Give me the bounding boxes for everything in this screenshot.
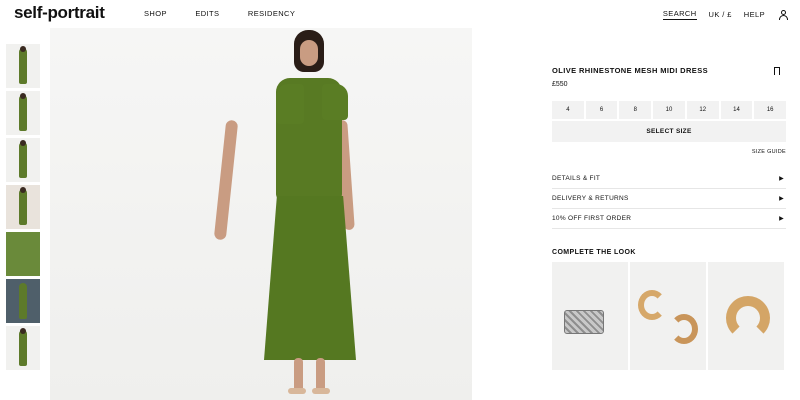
site-header: self-portrait SHOP EDITS RESIDENCY SEARC… <box>0 0 800 28</box>
thumbnail[interactable] <box>6 185 40 229</box>
size-option-16[interactable]: 16 <box>754 101 787 119</box>
look-item-hoop-earrings[interactable] <box>630 262 706 370</box>
user-icon[interactable] <box>779 9 788 20</box>
earring-image <box>726 296 770 340</box>
size-option-14[interactable]: 14 <box>720 101 753 119</box>
accordion-label: 10% OFF FIRST ORDER <box>552 215 632 222</box>
thumbnail[interactable] <box>6 326 40 370</box>
utility-nav: SEARCH UK / £ HELP <box>662 9 788 20</box>
size-option-10[interactable]: 10 <box>653 101 685 119</box>
thumbnail[interactable] <box>6 91 40 135</box>
clutch-image <box>564 310 604 334</box>
brand-logo[interactable]: self-portrait <box>14 3 105 23</box>
product-accordion: DETAILS & FIT ▶ DELIVERY & RETURNS ▶ 10%… <box>552 169 786 229</box>
complete-the-look-items <box>552 262 786 370</box>
nav-shop[interactable]: SHOP <box>144 9 167 18</box>
size-option-4[interactable]: 4 <box>552 101 584 119</box>
dress-sleeve <box>322 84 348 120</box>
locale-selector[interactable]: UK / £ <box>709 10 732 19</box>
earring-image <box>670 314 698 344</box>
product-price: £550 <box>552 81 568 88</box>
caret-right-icon: ▶ <box>779 196 784 202</box>
product-title: OLIVE RHINESTONE MESH MIDI DRESS <box>552 66 709 75</box>
look-item-clutch[interactable] <box>552 262 628 370</box>
caret-right-icon: ▶ <box>779 216 784 222</box>
earring-image <box>638 290 666 320</box>
complete-the-look-heading: COMPLETE THE LOOK <box>552 249 636 256</box>
model-arm <box>213 119 239 241</box>
size-option-8[interactable]: 8 <box>619 101 652 119</box>
select-size-button[interactable]: SELECT SIZE <box>552 121 786 142</box>
bookmark-icon[interactable] <box>774 66 780 78</box>
model-shoe <box>312 388 330 394</box>
main-product-image[interactable] <box>50 28 472 400</box>
dress-sleeve <box>276 84 304 124</box>
search-link[interactable]: SEARCH <box>662 9 697 20</box>
dress-skirt <box>264 196 356 360</box>
thumbnail-gallery <box>6 44 40 373</box>
model-leg <box>294 358 303 392</box>
size-option-12[interactable]: 12 <box>686 101 719 119</box>
product-panel: OLIVE RHINESTONE MESH MIDI DRESS £550 4 … <box>552 66 787 370</box>
thumbnail[interactable] <box>6 138 40 182</box>
size-option-6[interactable]: 6 <box>585 101 618 119</box>
accordion-label: DETAILS & FIT <box>552 175 601 182</box>
thumbnail[interactable] <box>6 232 40 276</box>
thumbnail[interactable] <box>6 279 40 323</box>
nav-edits[interactable]: EDITS <box>195 9 219 18</box>
look-item-earrings[interactable] <box>708 262 784 370</box>
main-nav: SHOP EDITS RESIDENCY <box>144 9 321 18</box>
thumbnail[interactable] <box>6 44 40 88</box>
title-row: OLIVE RHINESTONE MESH MIDI DRESS <box>552 66 786 78</box>
caret-right-icon: ▶ <box>779 176 784 182</box>
size-guide-link[interactable]: SIZE GUIDE <box>552 149 786 155</box>
accordion-details-fit[interactable]: DETAILS & FIT ▶ <box>552 169 786 189</box>
model-shoe <box>288 388 306 394</box>
accordion-delivery-returns[interactable]: DELIVERY & RETURNS ▶ <box>552 189 786 209</box>
help-link[interactable]: HELP <box>744 10 765 19</box>
model-face <box>300 40 318 66</box>
accordion-first-order-offer[interactable]: 10% OFF FIRST ORDER ▶ <box>552 209 786 229</box>
accordion-label: DELIVERY & RETURNS <box>552 195 629 202</box>
size-selector: 4 6 8 10 12 14 16 <box>552 101 787 119</box>
model-leg <box>316 358 325 392</box>
nav-residency[interactable]: RESIDENCY <box>248 9 295 18</box>
